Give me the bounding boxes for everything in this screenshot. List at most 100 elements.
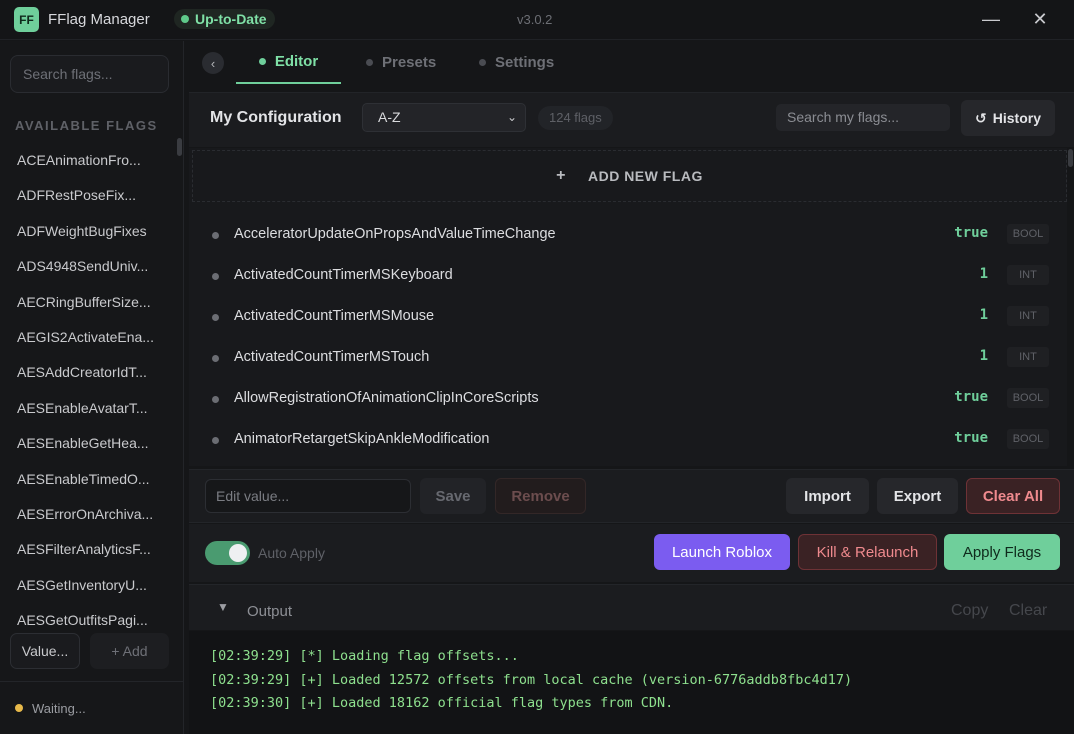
copy-output-button[interactable]: Copy [951, 602, 988, 620]
flag-name: ActivatedCountTimerMSKeyboard [234, 267, 453, 283]
plus-icon: + [556, 167, 566, 184]
waiting-dot-icon [15, 704, 23, 712]
flag-value: true [954, 430, 988, 446]
tab-dot-icon [479, 59, 486, 66]
flags-scrollbar[interactable] [1068, 149, 1073, 167]
flag-type-badge: BOOL [1007, 429, 1049, 449]
clear-all-button[interactable]: Clear All [966, 478, 1060, 514]
history-icon: ↺ [975, 109, 987, 126]
configuration-title: My Configuration [210, 109, 342, 126]
launch-roblox-button[interactable]: Launch Roblox [654, 534, 790, 570]
tab-label: Presets [382, 54, 437, 71]
flag-row[interactable]: ActivatedCountTimerMSTouch 1 INT [189, 338, 1067, 379]
kill-relaunch-button[interactable]: Kill & Relaunch [798, 534, 937, 570]
tab-bar: ‹ Editor Presets Settings [189, 41, 1074, 84]
export-button[interactable]: Export [877, 478, 958, 514]
flag-search-input[interactable]: Search flags... [10, 55, 169, 93]
tab-presets[interactable]: Presets [366, 41, 436, 84]
history-button[interactable]: ↺ History [961, 100, 1055, 136]
output-header: ▼ Output Copy Clear [189, 584, 1074, 630]
log-line: [02:39:29] [*] Loading flag offsets... [210, 648, 519, 664]
flag-name: ActivatedCountTimerMSTouch [234, 349, 430, 365]
add-new-flag-button[interactable]: + ADD NEW FLAG [192, 150, 1067, 202]
auto-apply-label: Auto Apply [258, 545, 325, 561]
sidebar-flag-item[interactable]: AESFilterAnalyticsF... [0, 532, 176, 567]
sidebar-flag-item[interactable]: AESAddCreatorIdT... [0, 355, 176, 390]
edit-bar: Edit value... Save Remove Import Export … [189, 469, 1074, 523]
sidebar-flag-item[interactable]: AESGetInventoryU... [0, 568, 176, 603]
flag-name: AnimatorRetargetSkipAnkleModification [234, 431, 490, 447]
minimize-icon[interactable]: — [977, 6, 1005, 32]
sidebar: Search flags... AVAILABLE FLAGS ACEAnima… [0, 41, 184, 734]
close-icon[interactable]: ✕ [1026, 6, 1054, 32]
value-input[interactable]: Value... [10, 633, 80, 669]
auto-apply-toggle[interactable] [205, 541, 250, 565]
bullet-icon [212, 273, 219, 280]
sort-value: A-Z [378, 109, 401, 125]
flag-type-badge: BOOL [1007, 224, 1049, 244]
flag-list: AcceleratorUpdateOnPropsAndValueTimeChan… [189, 215, 1067, 461]
sort-select[interactable]: A-Z ⌄ [362, 103, 526, 132]
app-title: FFlag Manager [48, 11, 150, 28]
my-flags-search-input[interactable]: Search my flags... [776, 104, 950, 131]
flag-row[interactable]: AnimatorRetargetSkipAnkleModification tr… [189, 420, 1067, 461]
sidebar-flag-item[interactable]: ADFRestPoseFix... [0, 178, 176, 213]
tab-dot-icon [258, 58, 266, 65]
log-line: [02:39:30] [+] Loaded 18162 official fla… [210, 695, 674, 711]
flag-row[interactable]: AllowRegistrationOfAnimationClipInCoreSc… [189, 379, 1067, 420]
configuration-toolbar: My Configuration A-Z ⌄ 124 flags Search … [189, 92, 1074, 147]
flag-row[interactable]: AcceleratorUpdateOnPropsAndValueTimeChan… [189, 215, 1067, 256]
flag-value: true [954, 225, 988, 241]
collapse-triangle-icon[interactable]: ▼ [217, 600, 229, 614]
sidebar-flag-item[interactable]: AESErrorOnArchiva... [0, 497, 176, 532]
sidebar-flag-item[interactable]: AESEnableGetHea... [0, 426, 176, 461]
save-button[interactable]: Save [420, 478, 486, 514]
add-new-flag-label: ADD NEW FLAG [587, 168, 703, 184]
footer-status-text: Waiting... [32, 700, 86, 716]
flag-type-badge: INT [1007, 347, 1049, 367]
sidebar-flag-item[interactable]: AESEnableTimedO... [0, 462, 176, 497]
update-status-text: Up-to-Date [195, 11, 267, 27]
back-chevron-icon[interactable]: ‹ [202, 52, 224, 74]
bullet-icon [212, 314, 219, 321]
log-line: [02:39:29] [+] Loaded 12572 offsets from… [210, 671, 853, 688]
apply-flags-button[interactable]: Apply Flags [944, 534, 1060, 570]
sidebar-add-controls: Value... + Add [10, 633, 169, 669]
sidebar-flag-item[interactable]: ADS4948SendUniv... [0, 249, 176, 284]
add-flag-button[interactable]: + Add [90, 633, 169, 669]
app-logo: FF [14, 7, 39, 32]
main-panel: ‹ Editor Presets Settings My Configurati… [189, 41, 1074, 734]
edit-value-input[interactable]: Edit value... [205, 479, 411, 513]
available-flags-heading: AVAILABLE FLAGS [15, 118, 158, 133]
available-flags-list: ACEAnimationFro... ADFRestPoseFix... ADF… [0, 143, 176, 638]
sidebar-flag-item[interactable]: AESEnableAvatarT... [0, 391, 176, 426]
bullet-icon [212, 232, 219, 239]
history-label: History [992, 110, 1041, 126]
import-button[interactable]: Import [786, 478, 869, 514]
sidebar-scrollbar[interactable] [177, 138, 182, 156]
bullet-icon [212, 437, 219, 444]
sidebar-flag-item[interactable]: AEGIS2ActivateEna... [0, 320, 176, 355]
flag-value: 1 [979, 307, 988, 323]
flag-row[interactable]: ActivatedCountTimerMSKeyboard 1 INT [189, 256, 1067, 297]
tab-label: Editor [274, 53, 319, 70]
flags-panel: + ADD NEW FLAG AcceleratorUpdateOnPropsA… [189, 148, 1067, 466]
sidebar-flag-item[interactable]: ACEAnimationFro... [0, 143, 176, 178]
update-status-badge: Up-to-Date [174, 9, 275, 29]
flag-row[interactable]: ActivatedCountTimerMSMouse 1 INT [189, 297, 1067, 338]
flag-name: AllowRegistrationOfAnimationClipInCoreSc… [234, 390, 539, 406]
toggle-knob [229, 544, 247, 562]
flag-type-badge: INT [1007, 265, 1049, 285]
sidebar-flag-item[interactable]: AECRingBufferSize... [0, 285, 176, 320]
sidebar-flag-item[interactable]: ADFWeightBugFixes [0, 214, 176, 249]
title-bar: FF FFlag Manager Up-to-Date v3.0.2 — ✕ [0, 0, 1074, 40]
tab-settings[interactable]: Settings [479, 41, 554, 84]
flag-name: ActivatedCountTimerMSMouse [234, 308, 435, 324]
tab-label: Settings [495, 54, 555, 71]
remove-button[interactable]: Remove [495, 478, 586, 514]
output-title: Output [247, 603, 293, 620]
bullet-icon [212, 396, 219, 403]
flag-count-badge: 124 flags [538, 106, 613, 130]
tab-editor[interactable]: Editor [236, 41, 341, 84]
clear-output-button[interactable]: Clear [1009, 602, 1047, 620]
